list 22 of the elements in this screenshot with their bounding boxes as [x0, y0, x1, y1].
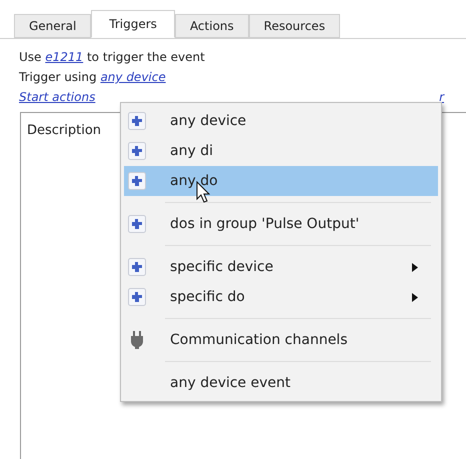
menu-item[interactable]: any di — [124, 136, 438, 166]
menu-item[interactable]: any device event — [124, 368, 438, 398]
submenu-arrow-icon — [412, 292, 418, 302]
plug-icon — [130, 331, 144, 349]
tab[interactable]: Triggers — [91, 10, 175, 38]
menu-item[interactable]: any device — [124, 106, 438, 136]
menu-item[interactable]: specific do — [124, 282, 438, 312]
tab[interactable]: Actions — [174, 14, 249, 38]
link-fragment: r — [439, 89, 444, 106]
tab[interactable]: General — [14, 14, 92, 38]
trigger-link[interactable]: any device — [100, 70, 166, 84]
trigger-sentence: Use e1211 to trigger the event — [19, 49, 206, 66]
tab[interactable]: Resources — [248, 14, 340, 38]
submenu-arrow-icon — [412, 262, 418, 272]
menu-item[interactable]: dos in group 'Pulse Output' — [124, 209, 438, 239]
menu-item[interactable]: specific device — [124, 252, 438, 282]
trigger-link[interactable]: e1211 — [45, 50, 84, 64]
menu-item[interactable]: any do — [124, 166, 438, 196]
start-actions-link[interactable]: Start actions — [19, 89, 96, 106]
menu-item[interactable]: Communication channels — [124, 325, 438, 355]
trigger-sentence: Trigger using any device — [19, 69, 167, 86]
column-header: Description — [27, 123, 102, 138]
